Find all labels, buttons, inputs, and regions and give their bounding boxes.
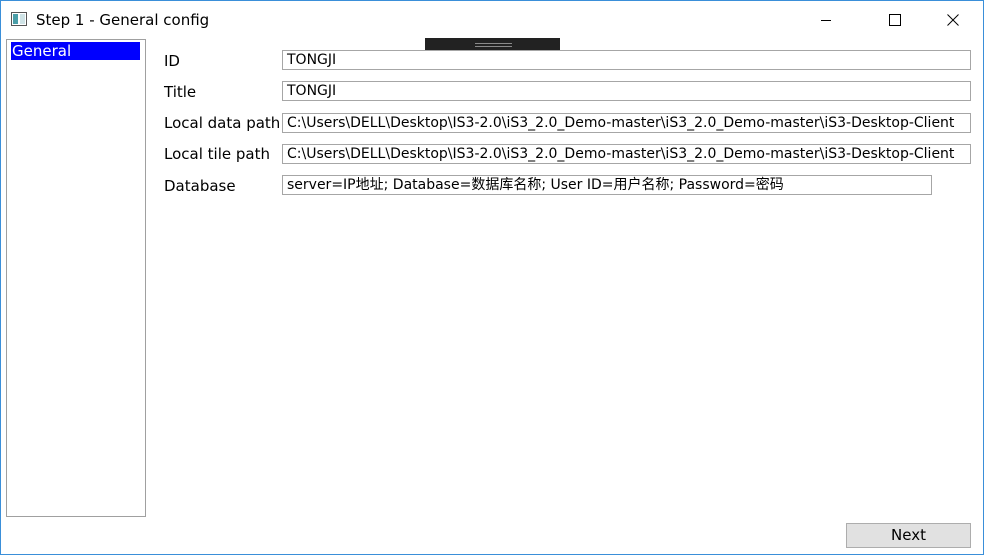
title-bar[interactable]: Step 1 - General config (1, 1, 983, 39)
id-label: ID (164, 52, 180, 70)
window-title: Step 1 - General config (36, 11, 210, 29)
close-icon (947, 14, 959, 26)
grip-line (475, 43, 512, 44)
local-tile-path-input[interactable]: C:\Users\DELL\Desktop\IS3-2.0\iS3_2.0_De… (282, 144, 971, 164)
grip-line (475, 46, 512, 47)
local-tile-path-label: Local tile path (164, 145, 270, 163)
sidebar-item-general[interactable]: General (11, 42, 140, 60)
sidebar-list[interactable]: General (6, 39, 146, 517)
next-button[interactable]: Next (846, 523, 971, 548)
minimize-button[interactable] (803, 1, 849, 39)
title-input[interactable]: TONGJI (282, 81, 971, 101)
window-app-icon (11, 12, 27, 26)
local-data-path-input[interactable]: C:\Users\DELL\Desktop\IS3-2.0\iS3_2.0_De… (282, 113, 971, 133)
maximize-button[interactable] (872, 1, 918, 39)
minimize-icon (820, 14, 832, 26)
maximize-icon (889, 14, 901, 26)
id-input[interactable]: TONGJI (282, 50, 971, 70)
local-data-path-label: Local data path (164, 114, 281, 132)
config-window: Step 1 - General config General ID TONGJ… (0, 0, 984, 555)
title-label: Title (164, 83, 197, 101)
database-label: Database (164, 177, 236, 195)
database-connection-input[interactable]: server=IP地址; Database=数据库名称; User ID=用户名… (282, 175, 932, 195)
close-button[interactable] (930, 1, 976, 39)
